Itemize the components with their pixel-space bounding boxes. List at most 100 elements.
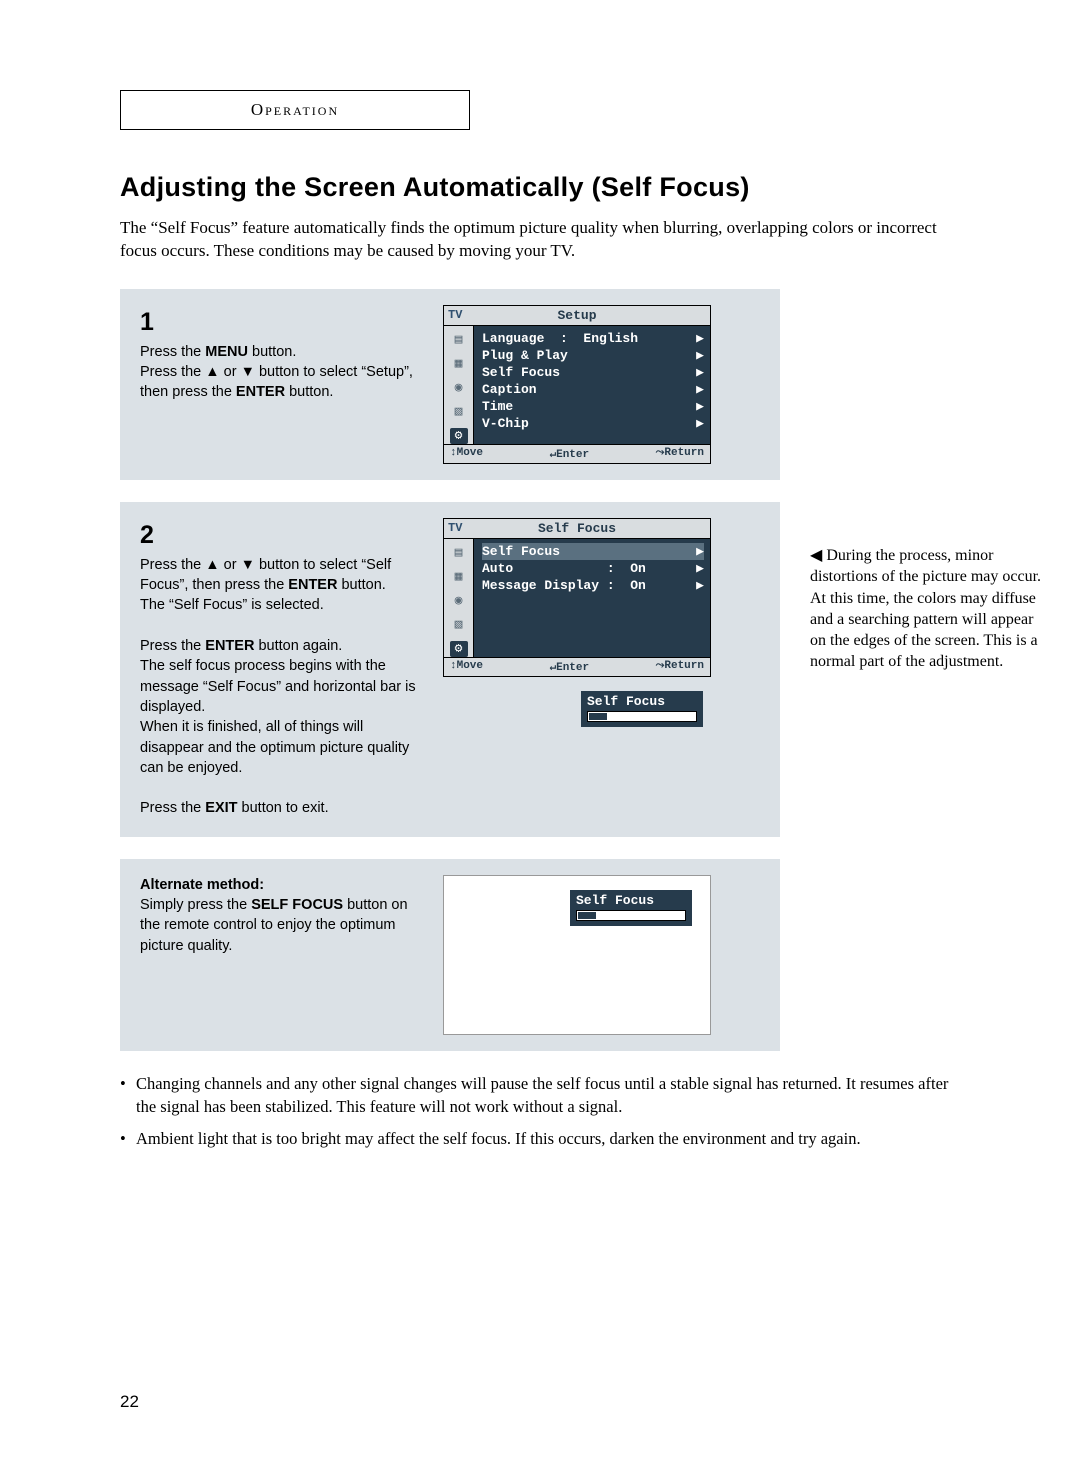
osd1-title: Setup — [557, 308, 596, 323]
s2-i: When it is finished, all of things will … — [140, 719, 409, 776]
osd-icon: ◉ — [450, 380, 468, 396]
osd-setup-menu: TV Setup ▤ ▦ ◉ ▧ ⚙ Language : English ▶ P… — [443, 305, 711, 464]
step3-display-area: Self Focus — [443, 875, 711, 1035]
osd-icon-active: ⚙ — [450, 428, 468, 444]
osd-icon: ◉ — [450, 593, 468, 609]
osd-icon: ▤ — [450, 332, 468, 348]
osd-item-label: Plug & Play — [482, 348, 568, 363]
osd1-item: Caption ▶ — [482, 381, 704, 398]
s2-e: The “Self Focus” is selected. — [140, 597, 324, 613]
s1-b: button. — [248, 344, 296, 360]
section-label: Operation — [251, 100, 339, 120]
osd2-header: TV Self Focus — [444, 519, 710, 539]
osd-item-label: Auto : On — [482, 561, 646, 576]
osd-icon-active: ⚙ — [450, 641, 468, 657]
arrow-icon: ▶ — [696, 365, 704, 380]
s1-c: Press the — [140, 364, 205, 380]
osd-selffocus-menu: TV Self Focus ▤ ▦ ◉ ▧ ⚙ Self Focus▶ Auto… — [443, 518, 711, 677]
osd1-tv: TV — [448, 308, 462, 322]
arrow-icon: ▶ — [696, 348, 704, 363]
intro-paragraph: The “Self Focus” feature automatically f… — [120, 217, 950, 263]
up-icon: ▲ — [205, 364, 219, 380]
osd2-title: Self Focus — [538, 521, 616, 536]
s1-enter: ENTER — [236, 384, 285, 400]
page-title: Adjusting the Screen Automatically (Self… — [120, 172, 960, 203]
s2-a: Press the — [140, 557, 205, 573]
side-note: ◀ During the process, minor distortions … — [810, 545, 1045, 673]
side-note-text: During the process, minor distortions of… — [810, 547, 1041, 670]
osd1-item: Time ▶ — [482, 398, 704, 415]
step-alternate-block: Alternate method: Simply press the SELF … — [120, 859, 780, 1051]
osd2-footer: ↕Move ↵Enter ⤳Return — [444, 657, 710, 676]
s2-d: button. — [337, 577, 385, 593]
s3-a: Simply press the — [140, 897, 251, 913]
down-icon: ▼ — [241, 364, 255, 380]
s2-exit: EXIT — [205, 800, 237, 816]
s2-h: The self focus process begins with the m… — [140, 658, 416, 715]
osd2-spacer — [482, 594, 704, 611]
progress-fill — [578, 912, 596, 919]
osd1-list: Language : English ▶ Plug & Play ▶ Self Fo… — [474, 326, 710, 444]
osd-footer-return: ⤳Return — [656, 447, 704, 461]
step-3-osd: Self Focus — [443, 875, 711, 1035]
progress-label: Self Focus — [576, 893, 654, 908]
osd1-item: Self Focus▶ — [482, 364, 704, 381]
notes-list: Changing channels and any other signal c… — [120, 1073, 950, 1151]
s1-f: button. — [285, 384, 333, 400]
osd2-tv: TV — [448, 521, 462, 535]
step-1-block: 1 Press the MENU button. Press the ▲ or … — [120, 289, 780, 480]
progress-bar — [587, 711, 697, 722]
s2-f: Press the — [140, 638, 205, 654]
note-item: Changing channels and any other signal c… — [120, 1073, 950, 1119]
s2-j: Press the — [140, 800, 205, 816]
osd-footer-move: ↕Move — [450, 660, 483, 674]
osd-icon: ▦ — [450, 356, 468, 372]
arrow-icon: ▶ — [696, 544, 704, 559]
osd1-header: TV Setup — [444, 306, 710, 326]
step-2-text: 2 Press the ▲ or ▼ button to select “Sel… — [140, 518, 425, 819]
up-icon: ▲ — [205, 557, 219, 573]
note-item: Ambient light that is too bright may aff… — [120, 1128, 950, 1151]
arrow-icon: ▶ — [696, 399, 704, 414]
osd-item-label: V-Chip — [482, 416, 529, 431]
arrow-icon: ▶ — [696, 416, 704, 431]
osd1-footer: ↕Move ↵Enter ⤳Return — [444, 444, 710, 463]
step-2-osd: TV Self Focus ▤ ▦ ◉ ▧ ⚙ Self Focus▶ Auto… — [443, 518, 711, 821]
osd-item-label: Caption — [482, 382, 537, 397]
self-focus-progress: Self Focus — [581, 691, 703, 727]
progress-fill — [589, 713, 607, 720]
s1-a: Press the — [140, 344, 205, 360]
osd1-item: Plug & Play ▶ — [482, 347, 704, 364]
s1-d: or — [220, 364, 241, 380]
osd-item-label: Message Display : On — [482, 578, 646, 593]
s2-g: button again. — [254, 638, 342, 654]
osd2-item: Message Display : On ▶ — [482, 577, 704, 594]
osd-icon: ▧ — [450, 404, 468, 420]
arrow-icon: ▶ — [696, 578, 704, 593]
section-tab: Operation — [120, 90, 470, 130]
arrow-icon: ▶ — [696, 382, 704, 397]
alternate-heading: Alternate method: — [140, 877, 264, 893]
s2-b: or — [220, 557, 241, 573]
osd-item-label: Language : English — [482, 331, 638, 346]
self-focus-progress: Self Focus — [570, 890, 692, 926]
arrow-icon: ▶ — [696, 331, 704, 346]
osd-icon: ▤ — [450, 545, 468, 561]
s2-enter2: ENTER — [205, 638, 254, 654]
left-arrow-icon: ◀ — [810, 547, 822, 564]
step-2-number: 2 — [140, 518, 425, 553]
step-1-number: 1 — [140, 305, 425, 340]
osd2-item: Auto : On ▶ — [482, 560, 704, 577]
step-1-osd: TV Setup ▤ ▦ ◉ ▧ ⚙ Language : English ▶ P… — [443, 305, 711, 464]
step-1-text: 1 Press the MENU button. Press the ▲ or … — [140, 305, 425, 403]
osd-item-label: Time — [482, 399, 513, 414]
arrow-icon: ▶ — [696, 561, 704, 576]
step-3-text: Alternate method: Simply press the SELF … — [140, 875, 425, 956]
s2-k: button to exit. — [238, 800, 329, 816]
osd-item-label: Self Focus — [482, 544, 560, 559]
s3-sf: SELF FOCUS — [251, 897, 343, 913]
s2-enter: ENTER — [288, 577, 337, 593]
progress-label: Self Focus — [587, 694, 665, 709]
osd-icon: ▧ — [450, 617, 468, 633]
osd1-item: V-Chip ▶ — [482, 415, 704, 432]
